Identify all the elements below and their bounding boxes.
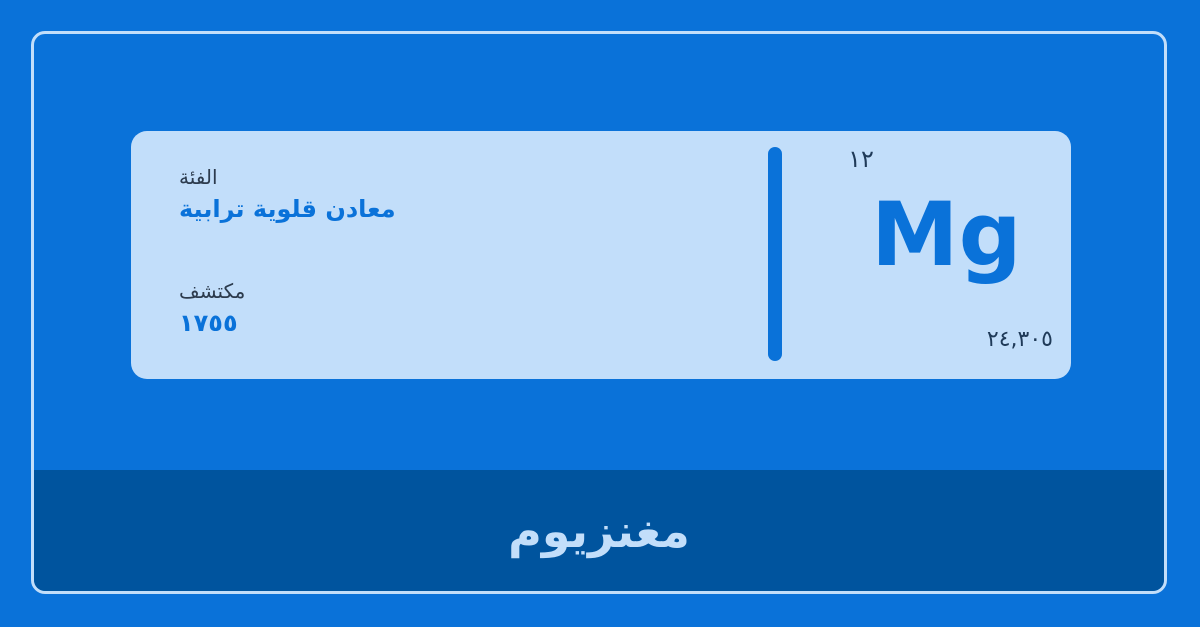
element-card: الفئة معادن قلوية ترابية مكتشف ١٧٥٥ ١٢ M…	[131, 131, 1071, 379]
element-frame: الفئة معادن قلوية ترابية مكتشف ١٧٥٥ ١٢ M…	[31, 31, 1167, 594]
atomic-number: ١٢	[848, 145, 874, 173]
category-label: الفئة	[179, 165, 218, 189]
discoverer-section: مكتشف ١٧٥٥	[179, 279, 479, 337]
name-footer: مغنزيوم	[34, 470, 1164, 591]
element-symbol: Mg	[871, 183, 1022, 286]
element-name: مغنزيوم	[508, 503, 690, 558]
discoverer-value: ١٧٥٥	[179, 309, 238, 337]
discoverer-label: مكتشف	[179, 279, 246, 303]
category-value: معادن قلوية ترابية	[179, 195, 396, 223]
category-section: الفئة معادن قلوية ترابية	[179, 165, 479, 223]
atomic-mass: ٢٤,٣٠٥	[986, 327, 1053, 352]
vertical-divider	[768, 147, 782, 361]
